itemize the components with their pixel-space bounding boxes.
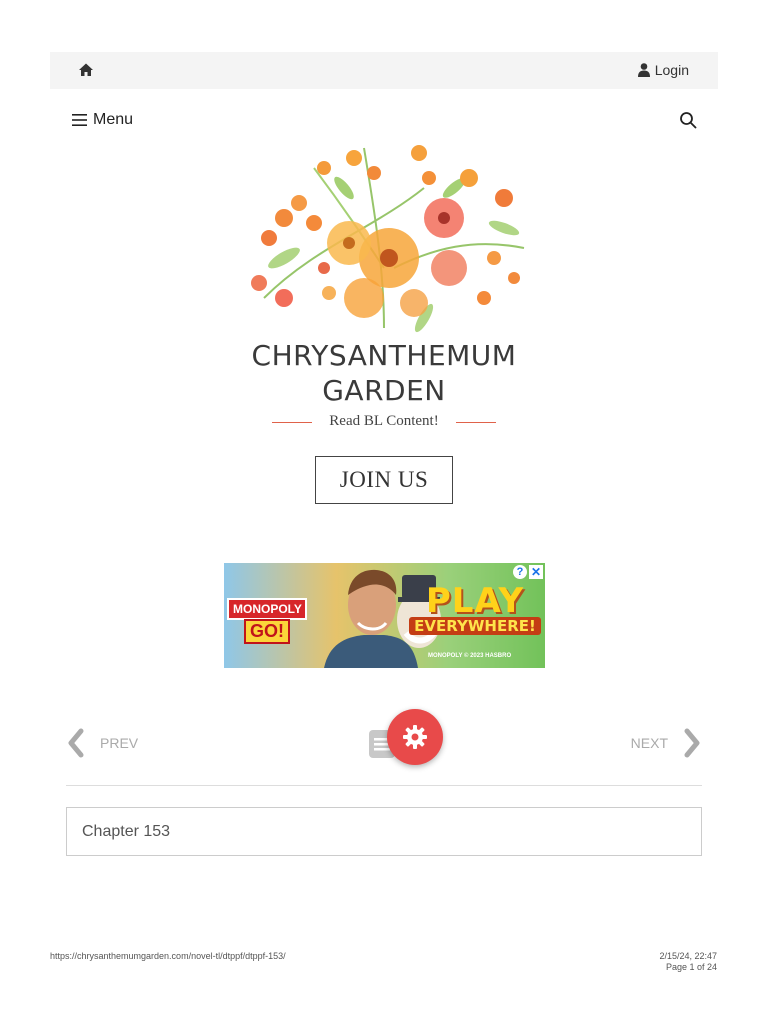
menu-label: Menu [93,111,134,128]
tagline-divider-left [272,422,312,423]
print-footer-meta: 2/15/24, 22:47 Page 1 of 24 [659,951,717,973]
tagline-divider-right [456,422,496,423]
site-logo-flowers[interactable] [224,128,544,342]
ad-brand-line1: MONOPOLY [227,598,307,620]
prev-label: PREV [100,735,139,751]
home-icon[interactable] [78,62,94,78]
chevron-left-icon [68,728,84,758]
ad-headline-everywhere: EVERYWHERE! [409,617,541,635]
top-bar: Login [50,52,718,89]
ad-brand-logo: MONOPOLY GO! [227,598,307,644]
tagline: Read BL Content! [329,413,439,429]
chapter-title: Chapter 153 [82,822,171,840]
user-icon [637,63,650,77]
chevron-right-icon [684,728,700,758]
join-us-button[interactable]: JOIN US [315,456,453,504]
ad-choices: ? ✕ [513,565,543,579]
prev-chapter-button[interactable]: PREV [66,728,138,758]
print-footer-datetime: 2/15/24, 22:47 [659,951,717,961]
login-label: Login [654,62,689,78]
nav-divider [66,785,702,786]
search-icon[interactable] [679,111,697,129]
site-title[interactable]: CHRYSANTHEMUM GARDEN [234,338,534,408]
ad-banner[interactable]: MONOPOLY GO! PLAY EVERYWHERE! MONOPOLY ©… [224,563,545,668]
next-chapter-button[interactable]: NEXT [631,728,702,758]
hamburger-icon [72,114,87,126]
ad-info-icon[interactable]: ? [513,565,527,579]
tagline-row: Read BL Content! [272,412,496,432]
next-label: NEXT [630,735,668,751]
ad-brand-line2: GO! [244,619,290,644]
ad-copyright: MONOPOLY © 2023 HASBRO [428,653,512,659]
reader-settings-button[interactable] [387,709,443,765]
ad-headline: PLAY EVERYWHERE! [409,583,541,635]
ad-close-icon[interactable]: ✕ [529,565,543,579]
chapter-title-box: Chapter 153 [66,807,702,856]
ad-headline-play: PLAY [425,581,525,621]
print-footer-page: Page 1 of 24 [665,962,717,972]
print-footer-url: https://chrysanthemumgarden.com/novel-tl… [50,951,286,961]
gear-icon [403,725,427,749]
login-link[interactable]: Login [637,62,689,78]
menu-button[interactable]: Menu [72,111,133,129]
